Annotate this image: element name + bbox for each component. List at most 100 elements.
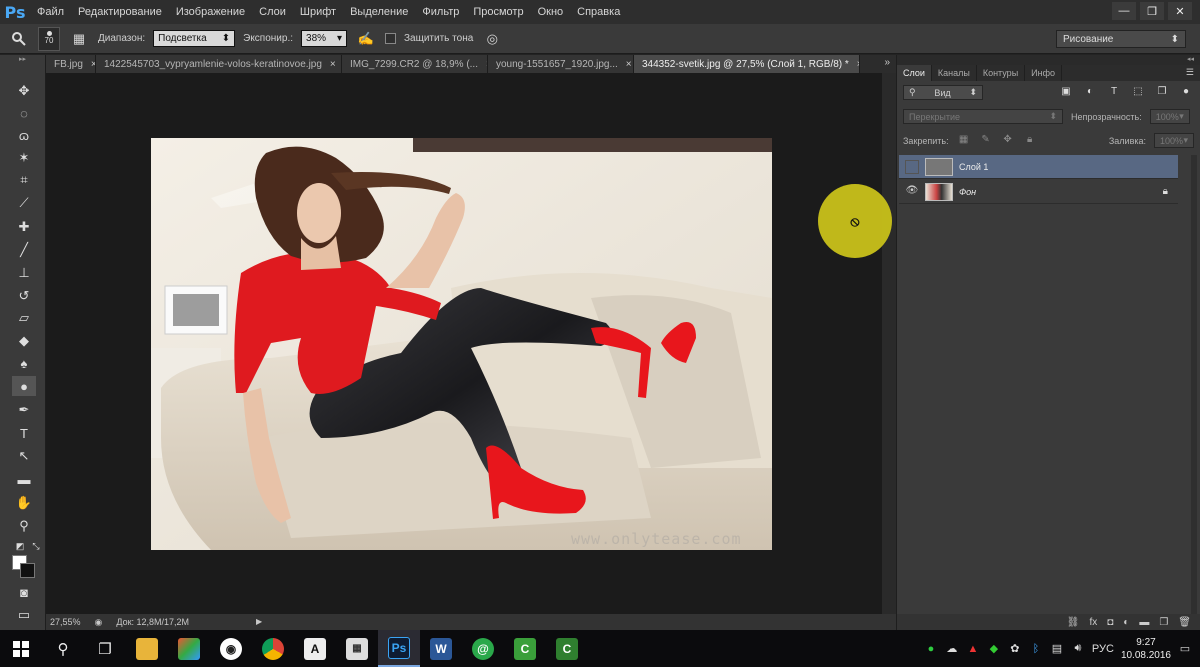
- clock[interactable]: 9:27 10.08.2016: [1121, 636, 1171, 662]
- close-button[interactable]: ✕: [1168, 2, 1192, 20]
- tab-channels[interactable]: Каналы: [932, 65, 977, 81]
- app-icon-globe[interactable]: ◉: [210, 630, 252, 667]
- mail-at-icon[interactable]: @: [462, 630, 504, 667]
- add-mask-icon[interactable]: ◘: [1107, 617, 1113, 628]
- layer-row-layer1[interactable]: Слой 1: [899, 155, 1178, 179]
- bluetooth-icon[interactable]: ᛒ: [1029, 643, 1043, 655]
- canvas-vertical-scrollbar[interactable]: [882, 73, 896, 614]
- new-group-icon[interactable]: ▬: [1139, 617, 1149, 628]
- brush-panel-icon[interactable]: ▦: [68, 28, 90, 50]
- tray-app-icon[interactable]: ●: [924, 643, 938, 655]
- zoom-level[interactable]: 27,55%: [50, 617, 81, 627]
- app-icon-multicolor[interactable]: [168, 630, 210, 667]
- menu-window[interactable]: Окно: [531, 0, 571, 24]
- zoom-tool-icon[interactable]: ⚲: [12, 516, 36, 536]
- menu-view[interactable]: Просмотр: [466, 0, 530, 24]
- healing-brush-tool-icon[interactable]: ✚: [12, 217, 36, 237]
- tray-green-icon[interactable]: ◆: [987, 642, 1001, 655]
- camtasia-recorder-icon[interactable]: C: [546, 630, 588, 667]
- crop-tool-icon[interactable]: ⌗: [12, 170, 36, 190]
- tab-info[interactable]: Инфо: [1025, 65, 1063, 81]
- layer-row-background[interactable]: 👁︎ Фон 🔒︎: [899, 180, 1178, 204]
- doc-tab[interactable]: FB.jpg×: [46, 55, 96, 73]
- search-icon[interactable]: ⚲: [42, 630, 84, 667]
- dodge-burn-tool-icon[interactable]: ●: [12, 376, 36, 396]
- start-button[interactable]: [0, 630, 42, 667]
- minimize-button[interactable]: —: [1112, 2, 1136, 20]
- menu-type[interactable]: Шрифт: [293, 0, 343, 24]
- new-layer-icon[interactable]: ❐: [1159, 617, 1168, 628]
- close-tab-icon[interactable]: ×: [330, 59, 336, 70]
- collapse-tools-icon[interactable]: ▸▸: [0, 55, 45, 65]
- link-layers-icon[interactable]: ⛓: [1067, 617, 1080, 628]
- magic-wand-tool-icon[interactable]: ✶: [12, 148, 36, 168]
- language-indicator[interactable]: РУС: [1092, 643, 1114, 655]
- word-icon[interactable]: W: [420, 630, 462, 667]
- shape-filter-icon[interactable]: ⬚: [1130, 86, 1146, 100]
- type-filter-icon[interactable]: T: [1106, 86, 1122, 100]
- paint-bucket-tool-icon[interactable]: ◆: [12, 331, 36, 351]
- menu-edit[interactable]: Редактирование: [71, 0, 169, 24]
- layers-scrollbar[interactable]: [1191, 155, 1197, 625]
- photoshop-taskbar-icon[interactable]: Ps: [378, 630, 420, 667]
- path-selection-tool-icon[interactable]: ↖: [12, 446, 36, 466]
- adjustment-layer-icon[interactable]: ◐: [1123, 617, 1129, 628]
- lasso-tool-icon[interactable]: ɷ: [12, 125, 36, 145]
- layer-filter-select[interactable]: ⚲ Вид ⬍: [903, 85, 983, 100]
- more-tabs-icon[interactable]: »: [884, 57, 890, 68]
- doc-tab-active[interactable]: 344352-svetik.jpg @ 27,5% (Слой 1, RGB/8…: [634, 55, 860, 73]
- task-view-icon[interactable]: ❐: [84, 630, 126, 667]
- layer-visibility-toggle[interactable]: [905, 159, 919, 174]
- blur-tool-icon[interactable]: ♠: [12, 353, 36, 373]
- screen-mode-icon[interactable]: ▭: [12, 605, 36, 625]
- volume-icon[interactable]: 🔊︎: [1071, 642, 1085, 655]
- status-info-icon[interactable]: ◉: [95, 617, 103, 628]
- lock-transparency-icon[interactable]: ▦: [957, 134, 971, 148]
- menu-filter[interactable]: Фильтр: [415, 0, 466, 24]
- pixel-filter-icon[interactable]: ▣: [1058, 86, 1074, 100]
- fill-field[interactable]: 100% ▾: [1154, 133, 1194, 148]
- adjustment-filter-icon[interactable]: ◐: [1082, 86, 1098, 100]
- range-select[interactable]: Подсветка ⬍: [153, 30, 236, 47]
- camtasia-icon[interactable]: C: [504, 630, 546, 667]
- swap-colors-icon[interactable]: ⤡: [24, 536, 48, 556]
- protect-tones-checkbox[interactable]: [385, 33, 397, 44]
- shape-tool-icon[interactable]: ▬: [12, 469, 36, 489]
- restore-button[interactable]: ❐: [1140, 2, 1164, 20]
- quick-mask-icon[interactable]: ◙: [12, 582, 36, 602]
- filter-toggle-icon[interactable]: ●: [1178, 86, 1194, 100]
- lock-pixels-icon[interactable]: ✎: [979, 134, 993, 148]
- pressure-size-icon[interactable]: ◎: [481, 28, 503, 50]
- app-icon-font[interactable]: A: [294, 630, 336, 667]
- history-brush-tool-icon[interactable]: ↺: [12, 286, 36, 306]
- tray-app2-icon[interactable]: ✿: [1008, 642, 1022, 655]
- panel-menu-icon[interactable]: ☰: [1186, 67, 1194, 78]
- notifications-icon[interactable]: ▭: [1178, 642, 1192, 655]
- burn-tool-preset-icon[interactable]: [8, 28, 30, 50]
- lock-position-icon[interactable]: ✥: [1001, 134, 1015, 148]
- menu-file[interactable]: Файл: [30, 0, 71, 24]
- exposure-field[interactable]: 38% ▾: [301, 30, 348, 47]
- opacity-field[interactable]: 100% ▾: [1149, 109, 1190, 124]
- marquee-tool-icon[interactable]: ◌: [12, 103, 36, 123]
- doc-tab[interactable]: IMG_7299.CR2 @ 18,9% (...×: [342, 55, 488, 73]
- brush-size-picker[interactable]: 70: [38, 26, 60, 51]
- background-color-swatch[interactable]: [20, 563, 35, 578]
- status-menu-arrow-icon[interactable]: ▶: [256, 617, 262, 626]
- close-tab-icon[interactable]: ×: [626, 59, 632, 70]
- close-tab-icon[interactable]: ×: [857, 59, 859, 70]
- tab-paths[interactable]: Контуры: [977, 65, 1026, 81]
- file-explorer-icon[interactable]: [126, 630, 168, 667]
- lock-all-icon[interactable]: 🔒︎: [1023, 134, 1037, 148]
- pen-tool-icon[interactable]: ✒: [12, 400, 36, 420]
- menu-select[interactable]: Выделение: [343, 0, 415, 24]
- menu-help[interactable]: Справка: [570, 0, 627, 24]
- doc-tab[interactable]: young-1551657_1920.jpg... ×: [488, 55, 634, 73]
- blend-mode-select[interactable]: Перекрытие ⬍: [903, 109, 1063, 124]
- delete-layer-icon[interactable]: 🗑︎: [1178, 617, 1191, 628]
- menu-layers[interactable]: Слои: [252, 0, 293, 24]
- chrome-icon[interactable]: [252, 630, 294, 667]
- doc-tab[interactable]: 1422545703_vypryamlenie-volos-keratinovo…: [96, 55, 342, 73]
- panel-collapse-icon[interactable]: ◂◂: [897, 55, 1200, 65]
- smart-object-filter-icon[interactable]: ❐: [1154, 86, 1170, 100]
